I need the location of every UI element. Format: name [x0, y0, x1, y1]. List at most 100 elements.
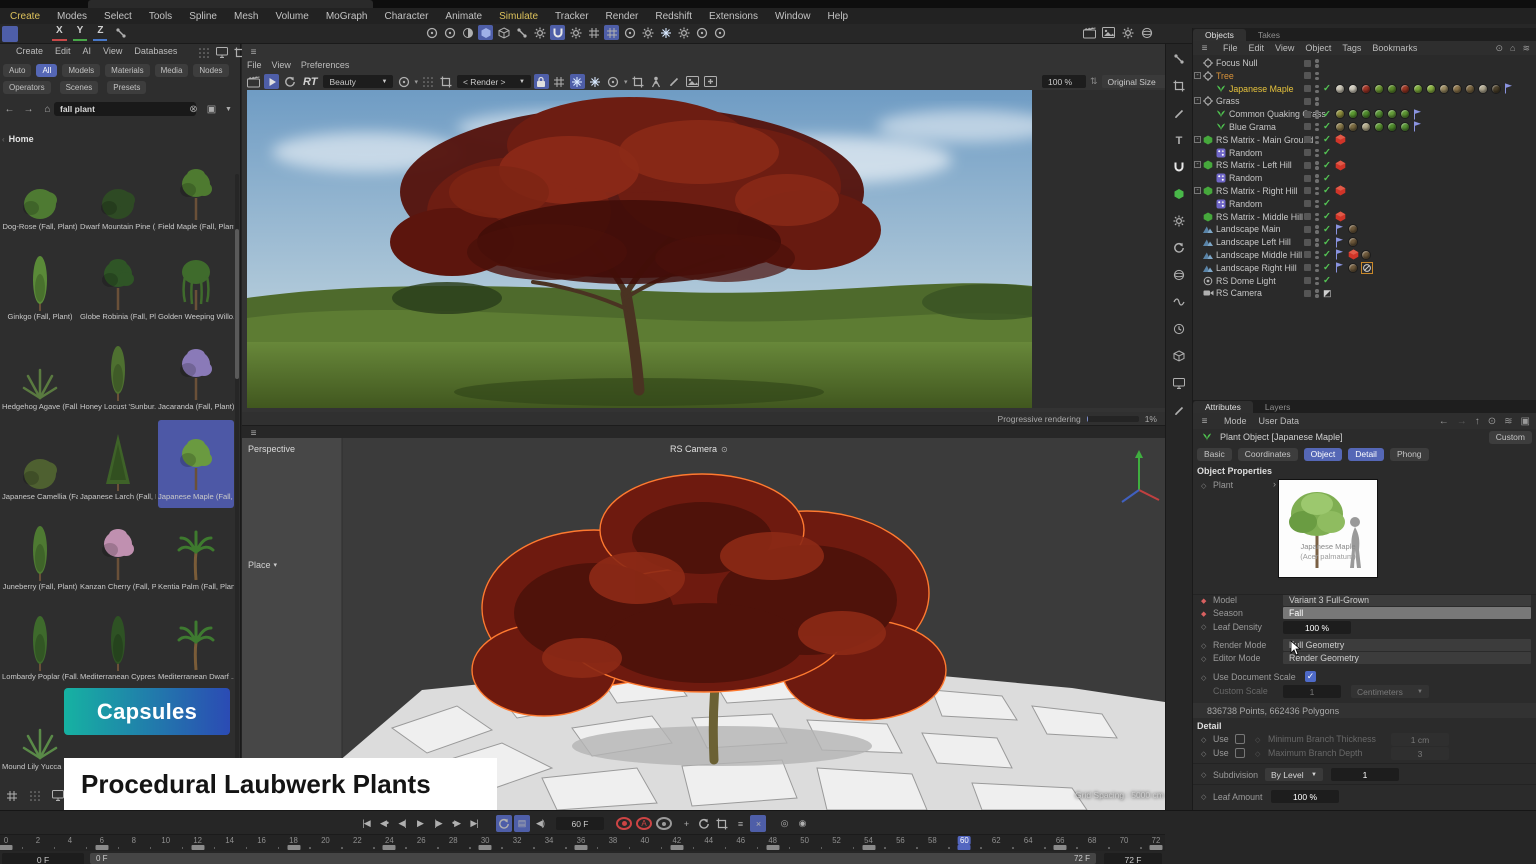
- dim-gear-icon[interactable]: [640, 25, 655, 40]
- key-filter-button[interactable]: ×: [750, 815, 766, 832]
- enable-toggle[interactable]: [1304, 136, 1311, 143]
- phong-tag-icon[interactable]: [1335, 237, 1344, 250]
- plant-item-jacaranda-fall-plant[interactable]: Jacaranda (Fall, Plant): [158, 330, 234, 418]
- range-start-field[interactable]: 0 F: [2, 853, 84, 864]
- material-tag-icon[interactable]: [1335, 122, 1345, 132]
- capsule-icon[interactable]: [1170, 185, 1188, 203]
- material-tag-icon[interactable]: [1348, 122, 1358, 132]
- display-icon[interactable]: [1170, 374, 1188, 392]
- material-tag-icon[interactable]: [1361, 122, 1371, 132]
- rv-image-icon[interactable]: [685, 74, 700, 89]
- range-end-field[interactable]: 72 F: [1104, 853, 1162, 864]
- rv-rt-label[interactable]: RT: [300, 76, 320, 88]
- editor-mode-dropdown[interactable]: Render Geometry: [1283, 652, 1531, 664]
- menu-extensions[interactable]: Extensions: [709, 11, 758, 22]
- breadcrumb[interactable]: Home: [9, 134, 34, 144]
- phong-tag-icon[interactable]: [1413, 109, 1422, 122]
- render-to-picture-viewer-button[interactable]: [1101, 25, 1116, 40]
- visibility-dots[interactable]: [1315, 161, 1319, 171]
- expander-icon[interactable]: -: [1194, 136, 1201, 143]
- sound-button[interactable]: ◀): [532, 815, 548, 832]
- material-tag-icon[interactable]: [1348, 237, 1358, 247]
- use-max-branch-checkbox[interactable]: [1235, 748, 1245, 758]
- rv-circle-dropdown[interactable]: [606, 74, 621, 89]
- menu-window[interactable]: Window: [775, 11, 811, 22]
- material-tag-icon[interactable]: [1478, 84, 1488, 94]
- visibility-dots[interactable]: [1315, 213, 1319, 223]
- filter-models[interactable]: Models: [62, 64, 100, 77]
- rv-refresh-button[interactable]: [282, 74, 297, 89]
- plant-item-lombardy-poplar-fall[interactable]: Lombardy Poplar (Fall...: [2, 600, 78, 688]
- camera-target-icon[interactable]: ◩: [1323, 288, 1332, 299]
- menu-redshift[interactable]: Redshift: [655, 11, 692, 22]
- rv-ab-compare-icon[interactable]: [649, 74, 664, 89]
- generator-checkmark-icon[interactable]: ✓: [1323, 109, 1331, 120]
- search-input[interactable]: fall plant: [54, 102, 196, 116]
- filter-nodes[interactable]: Nodes: [193, 64, 228, 77]
- filter-materials[interactable]: Materials: [105, 64, 149, 77]
- material-tag-icon[interactable]: [1426, 84, 1436, 94]
- plant-item-dog-rose-fall-plant[interactable]: Dog-Rose (Fall, Plant): [2, 150, 78, 238]
- menu-mesh[interactable]: Mesh: [234, 11, 258, 22]
- view-grid-icon[interactable]: [4, 788, 19, 803]
- move-tool-icon[interactable]: [1170, 50, 1188, 68]
- attr-tab-object[interactable]: Object: [1304, 448, 1343, 461]
- expander-icon[interactable]: -: [1194, 97, 1201, 104]
- om-filter-icon[interactable]: ≋: [1522, 43, 1530, 54]
- om-menu-tags[interactable]: Tags: [1342, 43, 1361, 53]
- filter-all[interactable]: All: [36, 64, 57, 77]
- object-row-focus-null[interactable]: Focus Null: [1193, 57, 1536, 70]
- rs-material-tag-icon[interactable]: [1335, 134, 1346, 147]
- generator-checkmark-icon[interactable]: ✓: [1323, 211, 1331, 222]
- leaf-density-field[interactable]: 100 %: [1283, 621, 1351, 634]
- generator-checkmark-icon[interactable]: ✓: [1323, 198, 1331, 209]
- rv-snapshot-button[interactable]: [570, 74, 585, 89]
- goto-start-button[interactable]: |◀: [358, 815, 374, 832]
- custom-scale-field[interactable]: 1: [1283, 685, 1341, 698]
- visibility-dots[interactable]: [1315, 187, 1319, 197]
- menu-modes[interactable]: Modes: [57, 11, 87, 22]
- enable-toggle[interactable]: [1304, 226, 1311, 233]
- object-row-grass[interactable]: -Grass: [1193, 95, 1536, 108]
- visibility-dots[interactable]: [1315, 97, 1319, 107]
- viewport-scene[interactable]: Perspective RS Camera⊙ Place▾ Grid Spaci…: [242, 438, 1165, 810]
- generator-checkmark-icon[interactable]: ✓: [1323, 262, 1331, 273]
- generator-checkmark-icon[interactable]: ✓: [1323, 83, 1331, 94]
- half-sphere-icon[interactable]: [460, 25, 475, 40]
- ab-menu-edit[interactable]: Edit: [55, 46, 71, 56]
- attr-forward-icon[interactable]: →: [1457, 416, 1467, 427]
- menu-mograph[interactable]: MoGraph: [326, 11, 368, 22]
- om-menu-bookmarks[interactable]: Bookmarks: [1372, 43, 1417, 53]
- solo-on-button[interactable]: ◉: [794, 815, 810, 832]
- menu-animate[interactable]: Animate: [445, 11, 482, 22]
- object-row-tree[interactable]: -Tree: [1193, 70, 1536, 83]
- menu-spline[interactable]: Spline: [189, 11, 217, 22]
- rv-grid-icon[interactable]: [552, 74, 567, 89]
- material-tag-icon[interactable]: [1348, 263, 1358, 273]
- visibility-dots[interactable]: [1315, 110, 1319, 120]
- phong-tag-icon[interactable]: [1335, 262, 1344, 275]
- om-menu-file[interactable]: File: [1223, 43, 1238, 53]
- axis-y-button[interactable]: Y: [73, 25, 88, 41]
- material-tag-icon[interactable]: [1400, 122, 1410, 132]
- plant-item-japanese-maple-fall[interactable]: Japanese Maple (Fall, ...: [158, 420, 234, 508]
- enable-toggle[interactable]: [1304, 175, 1311, 182]
- solo-off-button[interactable]: ◎: [776, 815, 792, 832]
- material-tag-icon[interactable]: [1452, 84, 1462, 94]
- enable-toggle[interactable]: [1304, 98, 1311, 105]
- visibility-dots[interactable]: [1315, 123, 1319, 133]
- generator-checkmark-icon[interactable]: ✓: [1323, 224, 1331, 235]
- expander-icon[interactable]: -: [1194, 161, 1201, 168]
- object-row-rs-matrix-right-hill[interactable]: -RS Matrix - Right Hill✓: [1193, 185, 1536, 198]
- material-tag-icon[interactable]: [1348, 109, 1358, 119]
- edit-render-settings-button[interactable]: [1120, 25, 1135, 40]
- magnet-settings-gear-icon[interactable]: [568, 25, 583, 40]
- key-scale-button[interactable]: [714, 815, 730, 832]
- expander-icon[interactable]: -: [1194, 72, 1201, 79]
- rv-pass-dropdown[interactable]: Beauty▼: [323, 75, 393, 88]
- use-min-branch-checkbox[interactable]: [1235, 734, 1245, 744]
- custom-button[interactable]: Custom: [1489, 431, 1532, 444]
- object-row-rs-camera[interactable]: RS Camera◩: [1193, 287, 1536, 300]
- tab-objects[interactable]: Objects: [1193, 29, 1246, 41]
- visibility-dots[interactable]: [1315, 174, 1319, 184]
